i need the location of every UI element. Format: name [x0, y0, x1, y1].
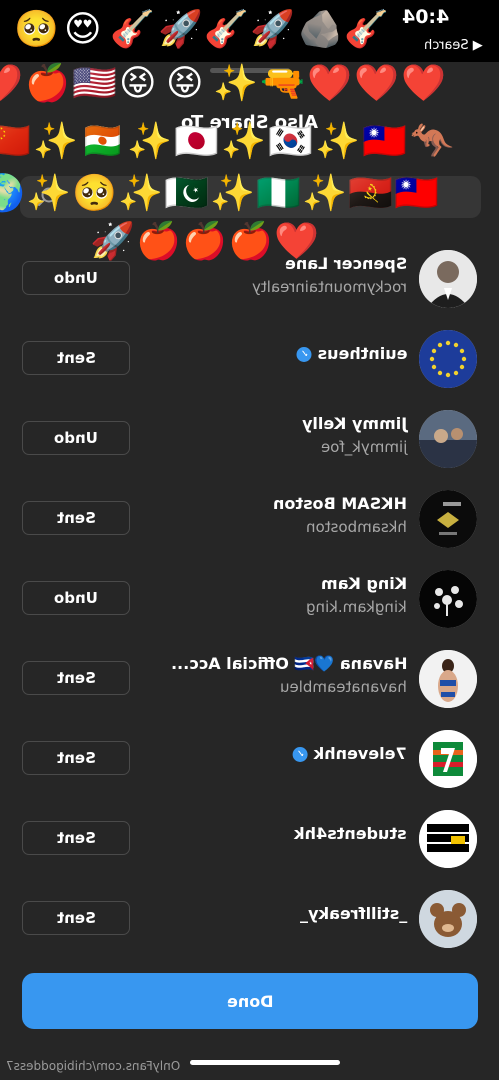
contact-name: King Kam [320, 574, 407, 593]
emoji-sticker: 🇹🇼 [394, 173, 439, 214]
back-to-search-link[interactable]: ◀ Search [424, 38, 483, 53]
emoji-sticker: ✨ [33, 121, 78, 162]
sent-button[interactable]: Sent [22, 661, 130, 695]
rocket-emoji: 🚀 [158, 9, 203, 50]
contact-row[interactable]: euintheus ✓ Sent [0, 320, 499, 400]
contact-row[interactable]: 7elevenhk ✓ Sent [0, 720, 499, 800]
emoji-sticker: 😝 [166, 63, 204, 104]
emoji-sticker: 🇵🇰 [164, 173, 209, 214]
sent-button[interactable]: Sent [22, 821, 130, 855]
guitar-emoji: 🎸 [344, 9, 389, 50]
contact-row[interactable]: Spencer Lane rockymountainrealty Undo [0, 240, 499, 320]
contact-name: 7elevenhk ✓ [293, 744, 407, 763]
emoji-sticker: ✨ [221, 121, 266, 162]
status-bar: 4:04 ◀ Search 🥺 😍 🎸 🚀 🎸 🚀 🪨 🎸 [0, 0, 499, 62]
emoji-sticker: ❤️ [307, 63, 352, 104]
contact-name: HKSAM Boston [273, 494, 407, 513]
avatar [419, 810, 477, 868]
sent-button[interactable]: Sent [22, 341, 130, 375]
pleading-face-emoji: 🥺 [14, 9, 59, 50]
avatar [419, 890, 477, 948]
emoji-sticker: 🍎 [25, 63, 70, 104]
emoji-sticker: 🇳🇪 [80, 121, 125, 162]
avatar [419, 490, 477, 548]
avatar [419, 650, 477, 708]
rock-emoji: 🪨 [298, 9, 343, 50]
undo-button[interactable]: Undo [22, 581, 130, 615]
contact-row[interactable]: Jimmy Kelly jimmyk_foe Undo [0, 400, 499, 480]
emoji-sticker: ✨ [302, 173, 347, 214]
emoji-sticker: 🦘 [409, 121, 454, 162]
contact-name: euintheus ✓ [296, 344, 407, 363]
emoji-sticker: ❤️ [0, 63, 23, 104]
emoji-sticker: ✨ [26, 173, 71, 214]
contact-name: students4hk [294, 824, 407, 843]
emoji-sticker: 🔫 [260, 63, 305, 104]
contact-username: jimmyk_foe [320, 438, 407, 456]
guitar-emoji: 🎸 [204, 9, 249, 50]
emoji-sticker: 🇺🇸 [72, 63, 117, 104]
emoji-sticker: 🇦🇴 [348, 173, 393, 214]
emoji-sticker: ✨ [118, 173, 163, 214]
emoji-sticker: 🇹🇼 [362, 121, 407, 162]
done-button[interactable]: Done [22, 973, 478, 1029]
contact-name: Spencer Lane [284, 254, 407, 273]
status-time: 4:04 [401, 6, 449, 28]
contact-row[interactable]: HKSAM Boston hksamboston Sent [0, 480, 499, 560]
rocket-emoji: 🚀 [250, 9, 295, 50]
verified-badge-icon: ✓ [293, 747, 309, 762]
avatar [419, 410, 477, 468]
emoji-sticker: 🥺 [72, 173, 117, 214]
emoji-sticker: ✨ [315, 121, 360, 162]
contact-name: Jimmy Kelly [301, 414, 407, 433]
emoji-sticker: 🇨🇳 [0, 121, 31, 162]
contact-row[interactable]: King Kam kingkam.king Undo [0, 560, 499, 640]
avatar [419, 570, 477, 628]
undo-button[interactable]: Undo [22, 421, 130, 455]
avatar [419, 730, 477, 788]
heart-eyes-emoji: 😍 [64, 9, 102, 50]
emoji-sticker: ❤️ [354, 63, 399, 104]
contact-row[interactable]: Havana 💙🇨🇺 Official Acc... havanateamble… [0, 640, 499, 720]
emoji-sticker: 😝 [119, 63, 157, 104]
emoji-sticker: ✨ [213, 63, 258, 104]
home-indicator[interactable] [190, 1060, 340, 1065]
emoji-sticker: ❤️ [401, 63, 446, 104]
avatar [419, 330, 477, 388]
emoji-sticker: 🇳🇬 [256, 173, 301, 214]
guitar-emoji: 🎸 [110, 9, 155, 50]
sent-button[interactable]: Sent [22, 901, 130, 935]
contact-row[interactable]: _stillfreaky_ Sent [0, 880, 499, 960]
sent-button[interactable]: Sent [22, 741, 130, 775]
avatar [419, 250, 477, 308]
watermark: OnlyFans.com/chibigoddess7 [6, 1059, 181, 1073]
emoji-sticker: 🌍 [0, 173, 25, 214]
contact-username: hksamboston [306, 518, 407, 536]
verified-badge-icon: ✓ [296, 347, 312, 362]
contact-username: kingkam.king [306, 598, 407, 616]
contact-username: rockymountainrealty [251, 278, 407, 296]
contact-name: Havana 💙🇨🇺 Official Acc... [170, 654, 407, 673]
undo-button[interactable]: Undo [22, 261, 130, 295]
contact-name: _stillfreaky_ [299, 904, 407, 923]
sent-button[interactable]: Sent [22, 501, 130, 535]
contact-username: havanateambleu [280, 678, 407, 696]
emoji-sticker: 🇯🇵 [174, 121, 219, 162]
emoji-sticker: 🇰🇷 [268, 121, 313, 162]
emoji-sticker: ✨ [210, 173, 255, 214]
contact-row[interactable]: students4hk Sent [0, 800, 499, 880]
share-sheet: Also Share To ❤️ ❤️ ❤️ 🔫 ✨ 😝 😝 🇺🇸 🍎 ❤️ 🦘 🇹🇼 ✨ 🇰🇷 ✨ 🇯🇵 ✨ 🇳… [0, 62, 499, 1080]
emoji-sticker: ✨ [127, 121, 172, 162]
